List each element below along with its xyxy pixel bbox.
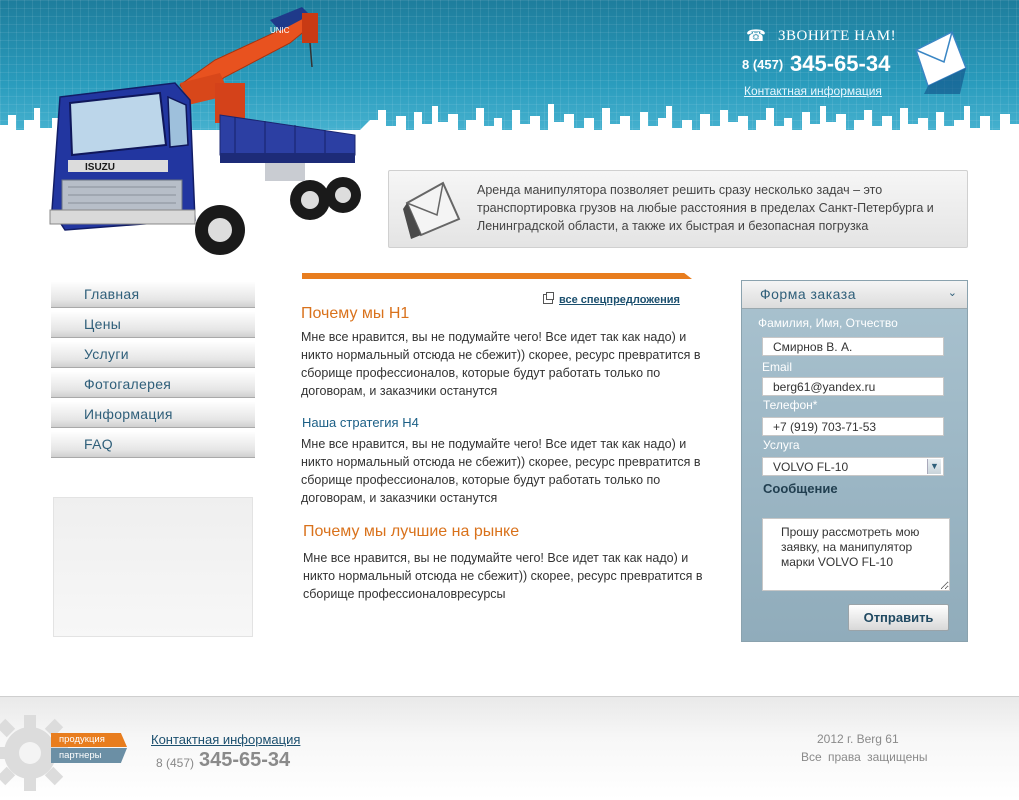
call-us-label: ЗВОНИТЕ НАМ!: [778, 28, 897, 44]
window-icon: [543, 292, 554, 304]
service-select-value: VOLVO FL-10: [773, 460, 849, 474]
intro-text: Аренда манипулятора позволяет решить сра…: [477, 183, 934, 233]
specials-link[interactable]: все спецпредложения: [559, 294, 680, 306]
menu-item-services[interactable]: Услуги: [51, 342, 255, 368]
service-label: Услуга: [763, 438, 800, 452]
menu-item-prices[interactable]: Цены: [51, 312, 255, 338]
email-field[interactable]: [762, 377, 944, 396]
heading-h4: Наша стратегия H4: [302, 415, 419, 430]
specials-link-block[interactable]: все спецпредложения: [543, 292, 680, 306]
heading-best: Почему мы лучшие на рынке: [303, 523, 520, 540]
phone-icon: ☎: [746, 28, 766, 45]
paragraph-3: Мне все нравится, вы не подумайте чего! …: [303, 551, 703, 601]
email-label: Email: [762, 360, 793, 374]
footer-phone-number: 345-65-34: [199, 749, 291, 771]
partners-tag[interactable]: партнеры: [51, 748, 127, 763]
phone-code: 8 (457): [742, 57, 784, 72]
products-tag[interactable]: продукция: [51, 733, 127, 747]
mail-icon: [403, 181, 461, 239]
left-banner-placeholder: [53, 497, 253, 637]
name-label: Фамилия, Имя, Отчество: [758, 316, 898, 330]
heading-h1: Почему мы H1: [301, 305, 410, 322]
main-menu: Главная Цены Услуги Фотогалерея Информац…: [51, 282, 255, 462]
paragraph-1: Мне все нравится, вы не подумайте чего! …: [301, 330, 701, 398]
menu-item-faq[interactable]: FAQ: [51, 432, 255, 458]
crane-truck-image: UNIC ISUZU: [49, 7, 361, 255]
intro-box: Аренда манипулятора позволяет решить сра…: [388, 170, 968, 248]
footer-contact-link[interactable]: Контактная информация: [151, 732, 300, 747]
phone-field[interactable]: [762, 417, 944, 436]
chevron-down-icon[interactable]: ⌄: [948, 286, 957, 299]
crane-brand-label: UNIC: [270, 26, 290, 35]
phone-number: 345-65-34: [790, 51, 891, 76]
truck-brand-label: ISUZU: [85, 162, 115, 173]
service-select[interactable]: VOLVO FL-10 ▼: [762, 457, 944, 476]
copyright-year: 2012 г. Berg 61: [817, 732, 899, 746]
menu-item-information[interactable]: Информация: [51, 402, 255, 428]
message-label: Сообщение: [763, 481, 838, 496]
submit-button[interactable]: Отправить: [848, 604, 949, 631]
contact-info-link[interactable]: Контактная информация: [744, 84, 882, 98]
menu-item-gallery[interactable]: Фотогалерея: [51, 372, 255, 398]
message-field[interactable]: Прошу рассмотреть мою заявку, на манипул…: [762, 518, 950, 591]
phone-label: Телефон*: [763, 398, 818, 412]
order-form-header[interactable]: Форма заказа ⌄: [742, 281, 967, 309]
menu-item-home[interactable]: Главная: [51, 282, 255, 308]
order-form-title: Форма заказа: [760, 286, 856, 302]
mail-icon: [915, 30, 967, 94]
name-field[interactable]: [762, 337, 944, 356]
copyright-rights: Все права защищены: [801, 750, 928, 764]
paragraph-2: Мне все нравится, вы не подумайте чего! …: [301, 437, 701, 505]
chevron-down-icon[interactable]: ▼: [927, 459, 941, 474]
content-divider: [302, 273, 692, 279]
footer-phone-code: 8 (457): [156, 756, 195, 770]
footer: [0, 696, 1019, 800]
